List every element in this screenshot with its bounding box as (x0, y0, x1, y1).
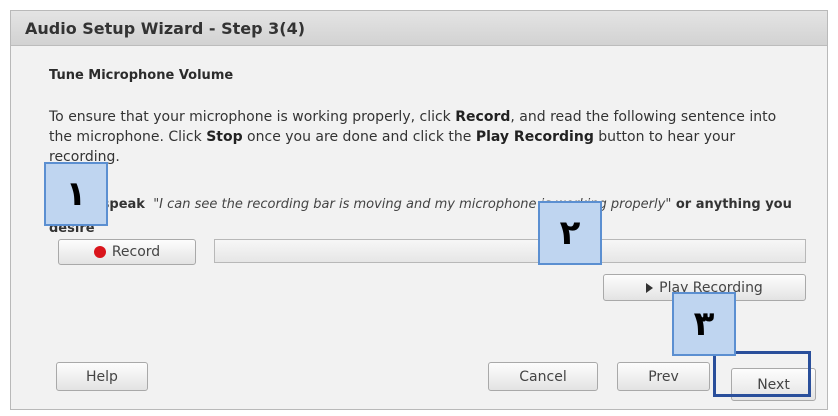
instructions-part3: once you are done and click the (242, 129, 476, 145)
step-badge-two: ٢ (538, 201, 602, 265)
play-triangle-icon (646, 282, 654, 293)
record-button[interactable]: Record (58, 239, 196, 265)
prev-button-label: Prev (648, 368, 679, 385)
recording-level-bar (214, 239, 806, 263)
help-button-label: Help (86, 368, 118, 385)
window-title: Audio Setup Wizard - Step 3(4) (25, 19, 306, 38)
cancel-button[interactable]: Cancel (488, 362, 598, 391)
record-button-label: Record (111, 244, 161, 260)
instructions-record-word: Record (455, 109, 511, 125)
help-button[interactable]: Help (56, 362, 148, 391)
instructions-part1: To ensure that your microphone is workin… (49, 109, 456, 125)
section-heading: Tune Microphone Volume (49, 68, 234, 83)
record-dot-icon (93, 246, 106, 258)
cancel-button-label: Cancel (519, 368, 567, 385)
instructions-stop-word: Stop (206, 129, 243, 145)
step-badge-one: ١ (44, 162, 108, 226)
prev-button[interactable]: Prev (617, 362, 710, 391)
title-bar: Audio Setup Wizard - Step 3(4) (11, 11, 827, 46)
speak-prompt: Please speak "I can see the recording ba… (49, 193, 809, 241)
instructions-text: To ensure that your microphone is workin… (49, 107, 789, 167)
instructions-play-word: Play Recording (475, 129, 594, 145)
step-badge-three: ٣ (672, 292, 736, 356)
next-button-highlight (713, 351, 811, 397)
